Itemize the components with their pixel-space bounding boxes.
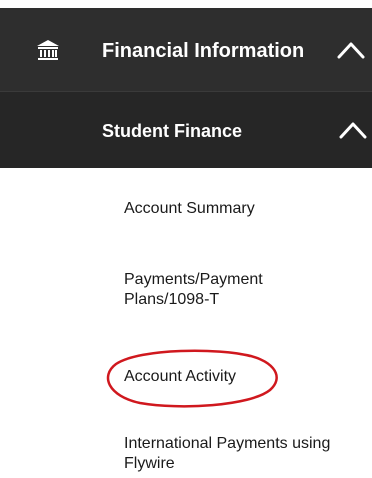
highlight-circle-annotation bbox=[100, 346, 282, 410]
bank-icon bbox=[36, 38, 60, 62]
menu-item-international-payments[interactable]: International Payments using Flywire bbox=[124, 434, 364, 474]
student-finance-label[interactable]: Student Finance bbox=[102, 119, 242, 143]
menu-item-payments-payment-plans[interactable]: Payments/Payment Plans/1098-T bbox=[124, 270, 344, 310]
chevron-up-icon[interactable] bbox=[338, 118, 368, 142]
top-strip bbox=[0, 0, 372, 8]
financial-information-label[interactable]: Financial Information bbox=[102, 38, 304, 64]
menu-item-account-summary[interactable]: Account Summary bbox=[124, 199, 255, 219]
chevron-up-icon[interactable] bbox=[336, 38, 366, 62]
navigation-panel: Financial Information Student Finance Ac… bbox=[0, 0, 372, 478]
